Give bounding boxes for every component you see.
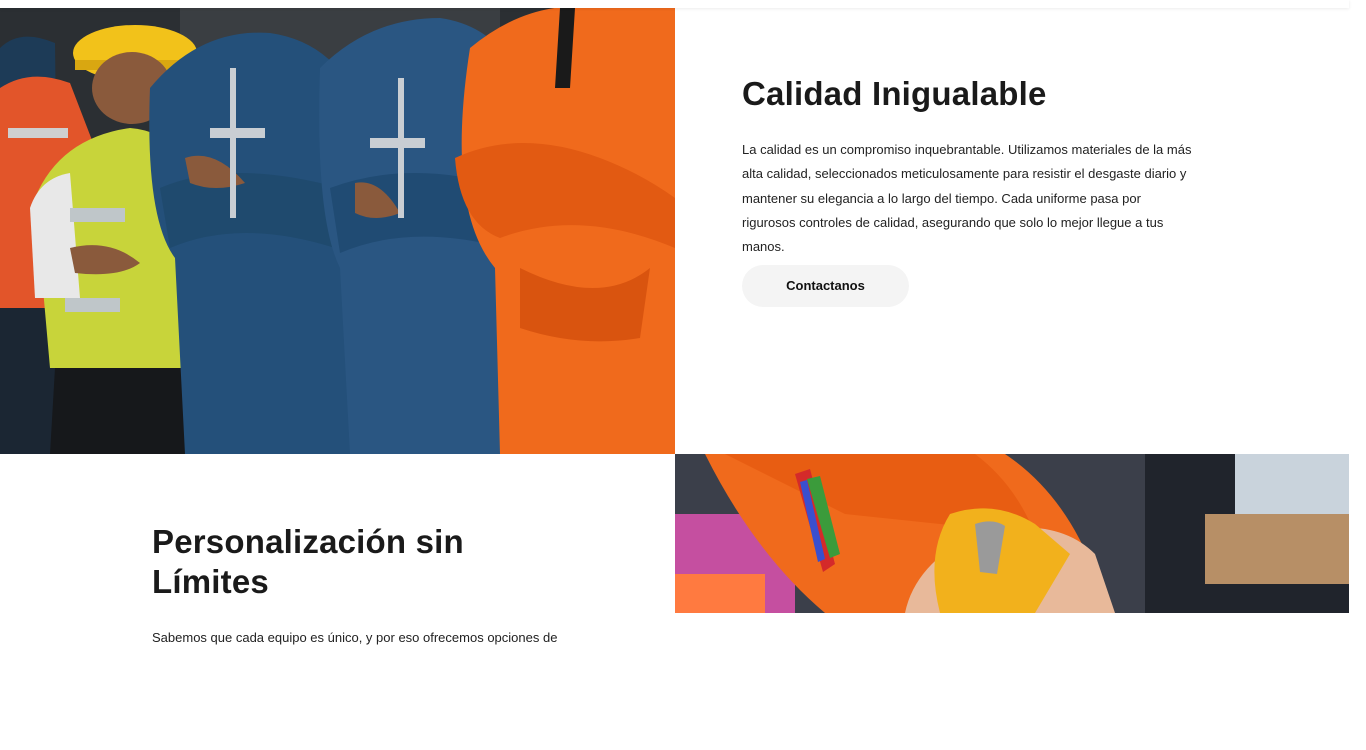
quality-section: Calidad Inigualable La calidad es un com… <box>0 8 1349 454</box>
section-title: Personalización sin Límites <box>152 523 464 600</box>
quality-text-block: Calidad Inigualable La calidad es un com… <box>742 74 1192 308</box>
page-scrollbar[interactable] <box>1349 0 1366 750</box>
section-body: La calidad es un compromiso inquebrantab… <box>742 142 1192 255</box>
customization-section: Personalización sin Límites Sabemos que … <box>0 454 1349 645</box>
section-title: Calidad Inigualable <box>742 75 1047 112</box>
section-body: Sabemos que cada equipo es único, y por … <box>152 630 558 645</box>
customization-text-block: Personalización sin Límites Sabemos que … <box>152 522 562 650</box>
workers-in-uniforms-photo <box>0 8 675 454</box>
writing-hand-photo <box>675 454 1349 613</box>
header-bar <box>0 0 1349 8</box>
contact-button[interactable]: Contactanos <box>742 265 909 308</box>
